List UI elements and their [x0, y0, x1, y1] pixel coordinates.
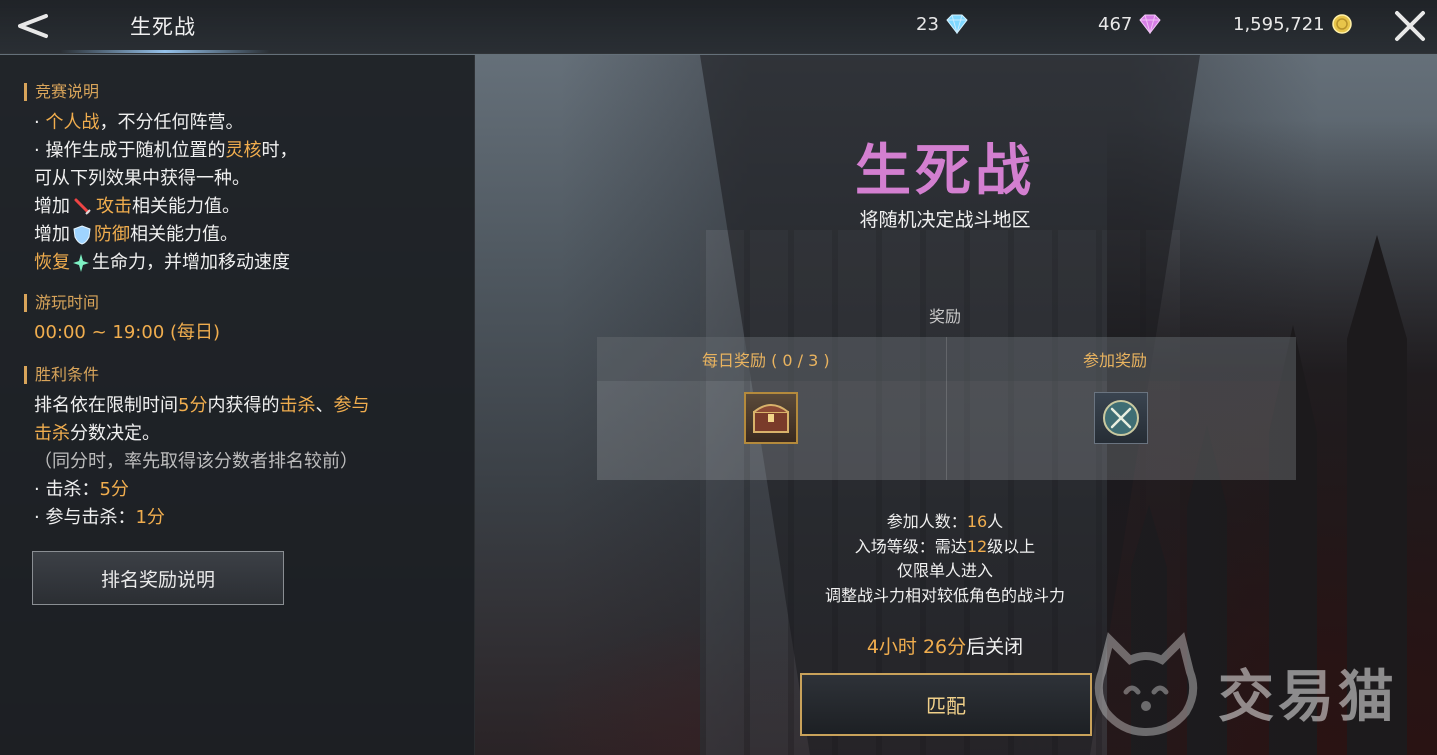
- rules-line-2: · 操作生成于随机位置的灵核时，: [34, 140, 298, 161]
- diamond-blue-icon: [946, 14, 968, 34]
- rules-heading: 竞赛说明: [24, 83, 99, 101]
- victory-line-2: 击杀分数决定。: [34, 423, 160, 444]
- playtime-heading: 游玩时间: [24, 294, 99, 312]
- victory-line-1: 排名依在限制时间5分内获得的击杀、参与: [34, 395, 370, 416]
- title-underline: [60, 50, 270, 53]
- daily-reward-item[interactable]: [744, 392, 798, 444]
- mode-title: 生死战: [855, 139, 1035, 204]
- currency-purple-diamond: 467: [1098, 12, 1162, 36]
- currency-value: 467: [1098, 13, 1133, 35]
- currency-value: 1,595,721: [1233, 13, 1325, 35]
- sparkle-icon: [73, 254, 89, 272]
- close-icon: [1395, 11, 1425, 41]
- rules-line-1: · 个人战，不分任何阵营。: [34, 112, 244, 133]
- daily-reward-label: 每日奖励 ( 0 / 3 ): [702, 351, 830, 370]
- join-reward-label: 参加奖励: [1083, 351, 1148, 370]
- back-arrow-icon: [18, 14, 48, 38]
- sword-icon: [74, 198, 91, 215]
- top-bar: 生死战 23 467 1,595,721: [0, 0, 1437, 54]
- rules-line-3: 可从下列效果中获得一种。: [34, 168, 250, 189]
- victory-line-3: （同分时，率先取得该分数者排名较前）: [34, 451, 358, 472]
- reward-box: 每日奖励 ( 0 / 3 ) 参加奖励: [597, 337, 1296, 480]
- crossed-swords-medal-icon: [1103, 400, 1139, 436]
- solo-line: 仅限单人进入: [896, 561, 993, 580]
- rank-reward-button[interactable]: 排名奖励说明: [32, 551, 284, 605]
- reward-label: 奖励: [928, 307, 961, 326]
- currency-value: 23: [916, 13, 939, 35]
- reward-divider: [946, 337, 947, 480]
- join-reward-item[interactable]: [1094, 392, 1148, 444]
- page-title: 生死战: [130, 15, 196, 39]
- gold-coin-icon: [1331, 14, 1352, 34]
- rules-line-6: 恢复 生命力，并增加移动速度: [34, 252, 290, 273]
- close-button[interactable]: [1392, 8, 1428, 44]
- mode-subtitle: 将随机决定战斗地区: [859, 209, 1031, 231]
- level-line: 入场等级：需达12级以上: [854, 537, 1036, 556]
- diamond-purple-icon: [1139, 14, 1162, 34]
- treasure-chest-icon: [753, 404, 789, 433]
- participants-line: 参加人数：16人: [886, 512, 1004, 531]
- currency-blue-diamond: 23: [916, 12, 969, 36]
- power-adjust-line: 调整战斗力相对较低角色的战斗力: [824, 586, 1065, 605]
- rules-line-5: 增加 防御相关能力值。: [34, 224, 238, 245]
- victory-heading: 胜利条件: [24, 366, 99, 384]
- victory-line-5: · 参与击杀：1分: [34, 507, 165, 528]
- playtime-value: 00:00 ~ 19:00 (每日): [34, 322, 221, 343]
- shield-icon: [73, 225, 91, 245]
- match-button[interactable]: 匹配: [800, 673, 1092, 736]
- watermark-text: 交易猫: [1218, 665, 1398, 730]
- back-button[interactable]: [12, 8, 52, 44]
- left-info-panel: 竞赛说明 · 个人战，不分任何阵营。 · 操作生成于随机位置的灵核时， 可从下列…: [0, 55, 475, 755]
- victory-line-4: · 击杀：5分: [34, 479, 129, 500]
- rules-line-4: 增加 攻击相关能力值。: [34, 196, 240, 217]
- currency-gold: 1,595,721: [1233, 12, 1353, 36]
